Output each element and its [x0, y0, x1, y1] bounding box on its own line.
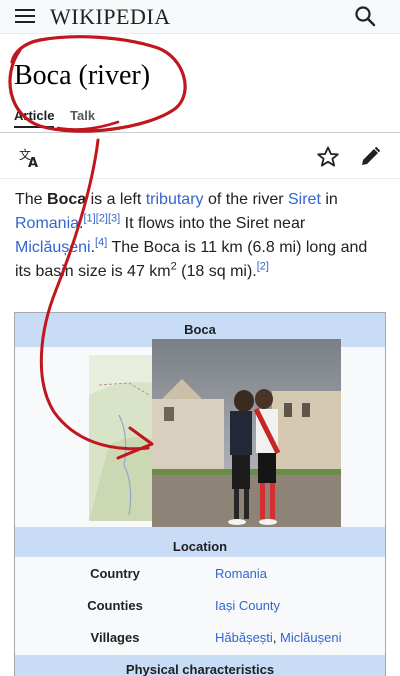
reference-link[interactable]: [2]: [96, 213, 108, 225]
infobox-section-physical: Physical characteristics: [15, 655, 385, 676]
top-header: WIKIPEDIA: [0, 0, 400, 34]
reference-link[interactable]: [1]: [83, 213, 95, 225]
wikipedia-wordmark[interactable]: WIKIPEDIA: [50, 4, 171, 30]
infobox-row-counties: Counties Iași County: [15, 589, 385, 621]
actions-divider: [0, 178, 400, 179]
search-icon[interactable]: [354, 5, 376, 27]
lead-text: It flows into the Siret near: [120, 215, 306, 232]
separator: ,: [272, 629, 281, 645]
link-miclauseni[interactable]: Miclăușeni: [15, 239, 91, 256]
infobox-label: Counties: [87, 597, 143, 613]
infobox-row-villages: Villages Hăbășești, Miclăușeni: [15, 621, 385, 653]
translate-icon[interactable]: 文 A: [18, 145, 42, 169]
page-actions: 文 A: [0, 140, 400, 174]
lead-text: in: [320, 191, 338, 208]
lead-text: of the river: [203, 191, 288, 208]
star-icon[interactable]: [316, 145, 340, 169]
tab-talk[interactable]: Talk: [70, 108, 95, 123]
infobox-villages-value: Hăbășești, Miclăușeni: [215, 630, 385, 645]
tab-article[interactable]: Article: [14, 108, 55, 128]
link-miclauseni-village[interactable]: Miclăușeni: [280, 630, 341, 645]
link-siret[interactable]: Siret: [288, 191, 321, 208]
lead-bold-title: Boca: [47, 191, 87, 208]
infobox: Boca Location Country Romania Counties I…: [14, 312, 386, 676]
link-iasi-county[interactable]: Iași County: [215, 598, 385, 613]
svg-text:A: A: [28, 156, 38, 169]
pencil-icon[interactable]: [358, 145, 382, 169]
reference-link[interactable]: [4]: [95, 237, 107, 249]
page-title: Boca (river): [14, 60, 151, 91]
infobox-map-area: [15, 339, 385, 544]
link-country-romania[interactable]: Romania: [215, 566, 385, 581]
link-habasesti[interactable]: Hăbășești: [215, 630, 273, 645]
link-tributary[interactable]: tributary: [146, 191, 204, 208]
reference-link[interactable]: [3]: [108, 213, 120, 225]
lead-text: is a left: [86, 191, 146, 208]
infobox-section-location: Location: [15, 527, 385, 557]
overlay-photo: [152, 339, 341, 544]
reference-link[interactable]: [2]: [257, 261, 269, 273]
infobox-row-country: Country Romania: [15, 557, 385, 589]
tab-divider: [0, 132, 400, 133]
infobox-label: Villages: [90, 629, 140, 645]
lead-text: The: [15, 191, 48, 208]
menu-icon[interactable]: [14, 6, 36, 26]
infobox-label: Country: [90, 565, 140, 581]
lead-paragraph: The Boca is a left tributary of the rive…: [15, 188, 387, 284]
link-romania[interactable]: Romania: [15, 215, 79, 232]
lead-text: (18 sq mi).: [176, 263, 257, 280]
